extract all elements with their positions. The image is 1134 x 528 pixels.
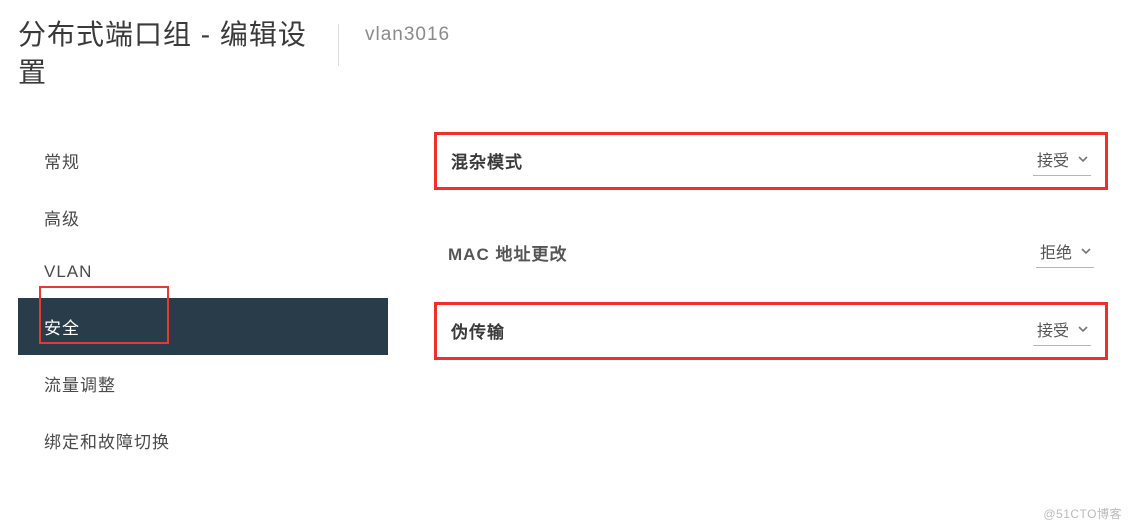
chevron-down-icon [1077, 323, 1089, 335]
spacer [434, 278, 1108, 302]
sidebar-item-label: 流量调整 [44, 376, 116, 395]
select-value: 接受 [1037, 317, 1069, 341]
sidebar-item-traffic[interactable]: 流量调整 [18, 355, 388, 412]
page-subtitle: vlan3016 [365, 24, 450, 46]
select-value: 接受 [1037, 147, 1069, 171]
header-divider [338, 24, 339, 66]
spacer [434, 190, 1108, 228]
sidebar: 常规 高级 VLAN 安全 流量调整 绑定和故障切换 [18, 132, 388, 469]
sidebar-item-teaming[interactable]: 绑定和故障切换 [18, 412, 388, 469]
sidebar-item-advanced[interactable]: 高级 [18, 189, 388, 246]
page-title: 分布式端口组 - 编辑设置 [18, 16, 308, 92]
forged-transmits-select[interactable]: 接受 [1033, 315, 1091, 346]
watermark: @51CTO博客 [1043, 505, 1122, 522]
page-header: 分布式端口组 - 编辑设置 vlan3016 [18, 16, 1116, 92]
sidebar-item-security[interactable]: 安全 [18, 298, 388, 355]
mac-changes-select[interactable]: 拒绝 [1036, 237, 1094, 268]
row-forged-transmits: 伪传输 接受 [434, 302, 1108, 360]
main-panel: 混杂模式 接受 MAC 地址更改 拒绝 [388, 132, 1116, 469]
sidebar-item-label: 常规 [44, 153, 80, 172]
sidebar-item-general[interactable]: 常规 [18, 132, 388, 189]
promiscuous-select[interactable]: 接受 [1033, 145, 1091, 176]
row-label: 混杂模式 [451, 148, 523, 173]
sidebar-item-label: 绑定和故障切换 [44, 433, 170, 452]
sidebar-item-label: 高级 [44, 210, 80, 229]
row-label: 伪传输 [451, 318, 505, 343]
row-promiscuous: 混杂模式 接受 [434, 132, 1108, 190]
chevron-down-icon [1080, 245, 1092, 257]
sidebar-item-vlan[interactable]: VLAN [18, 246, 388, 298]
sidebar-item-label: VLAN [44, 262, 92, 281]
row-label: MAC 地址更改 [448, 240, 567, 265]
page-body: 常规 高级 VLAN 安全 流量调整 绑定和故障切换 混杂模式 接受 MAC 地… [18, 132, 1116, 469]
row-mac-changes: MAC 地址更改 拒绝 [434, 228, 1108, 278]
page-root: 分布式端口组 - 编辑设置 vlan3016 常规 高级 VLAN 安全 流量调… [0, 0, 1134, 528]
sidebar-item-label: 安全 [44, 319, 80, 338]
select-value: 拒绝 [1040, 239, 1072, 263]
chevron-down-icon [1077, 153, 1089, 165]
